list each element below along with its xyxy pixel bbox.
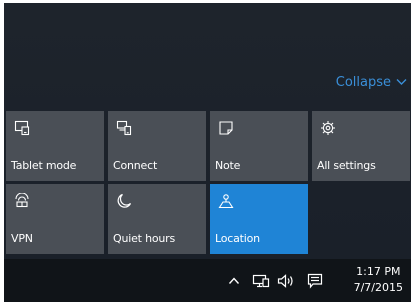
tile-vpn[interactable]: VPN bbox=[6, 184, 104, 254]
tablet-mode-icon bbox=[14, 120, 30, 136]
tile-label: Connect bbox=[113, 159, 158, 172]
collapse-label: Collapse bbox=[335, 74, 391, 90]
tile-connect[interactable]: Connect bbox=[108, 111, 206, 181]
tile-all-settings[interactable]: All settings bbox=[312, 111, 410, 181]
moon-icon bbox=[116, 193, 132, 209]
tile-label: Tablet mode bbox=[11, 159, 77, 172]
tile-note[interactable]: Note bbox=[210, 111, 308, 181]
clock[interactable]: 1:17 PM 7/7/2015 bbox=[354, 264, 403, 296]
clock-date: 7/7/2015 bbox=[353, 281, 403, 294]
connect-icon bbox=[116, 120, 132, 136]
location-icon bbox=[218, 193, 234, 209]
chevron-up-icon[interactable] bbox=[228, 259, 240, 302]
windows-screen: Collapse Tablet mode Connect Note All se… bbox=[4, 3, 411, 302]
clock-time: 1:17 PM bbox=[356, 265, 401, 278]
tile-label: All settings bbox=[317, 159, 376, 172]
chevron-down-icon bbox=[396, 78, 407, 86]
tile-label: VPN bbox=[11, 232, 33, 245]
network-icon[interactable] bbox=[252, 259, 270, 302]
collapse-button[interactable]: Collapse bbox=[336, 73, 407, 91]
tile-label: Quiet hours bbox=[113, 232, 175, 245]
action-center-panel: Collapse Tablet mode Connect Note All se… bbox=[4, 3, 411, 259]
taskbar: 1:17 PM 7/7/2015 bbox=[4, 259, 411, 302]
tile-label: Note bbox=[215, 159, 241, 172]
note-icon bbox=[218, 120, 234, 136]
tile-tablet-mode[interactable]: Tablet mode bbox=[6, 111, 104, 181]
action-center-icon[interactable] bbox=[307, 259, 323, 302]
volume-icon[interactable] bbox=[277, 259, 295, 302]
gear-icon bbox=[320, 120, 336, 136]
vpn-icon bbox=[14, 193, 30, 209]
tile-location[interactable]: Location bbox=[210, 184, 308, 254]
tile-label: Location bbox=[215, 232, 260, 245]
tile-quiet-hours[interactable]: Quiet hours bbox=[108, 184, 206, 254]
